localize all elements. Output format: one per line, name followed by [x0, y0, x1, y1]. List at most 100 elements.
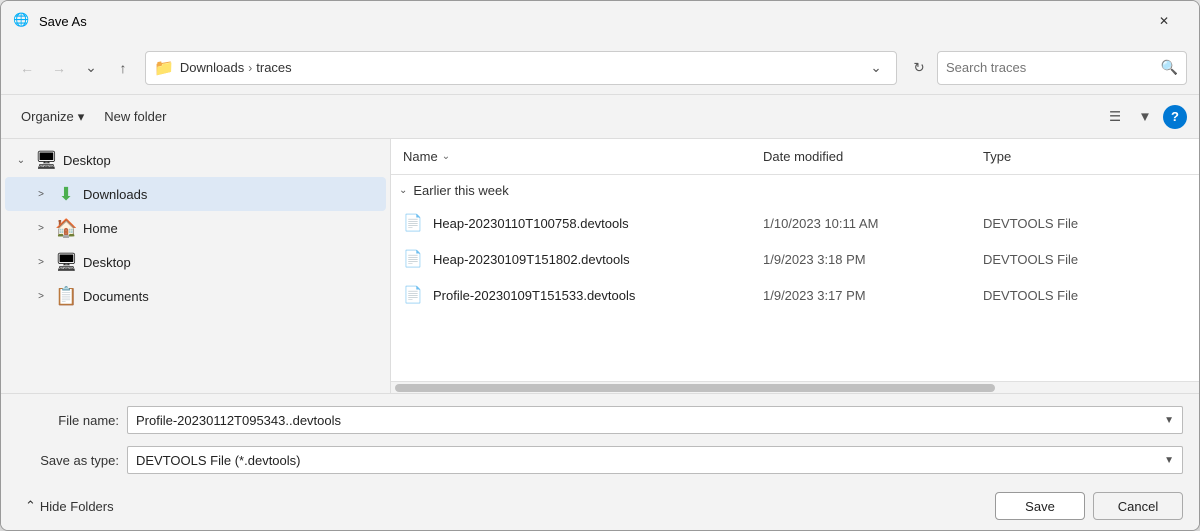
file-list: ⌄ Earlier this week 📄 Heap-20230110T1007… — [391, 175, 1199, 381]
table-row[interactable]: 📄 Heap-20230110T100758.devtools 1/10/202… — [391, 205, 1199, 241]
up-button[interactable]: ↑ — [109, 54, 137, 82]
refresh-button[interactable]: ↻ — [905, 54, 933, 82]
savetype-row: Save as type: DEVTOOLS File (*.devtools)… — [17, 444, 1183, 476]
hide-folders-label: Hide Folders — [40, 499, 114, 514]
file-date: 1/10/2023 10:11 AM — [763, 216, 983, 231]
view-dropdown-button[interactable]: ▼ — [1131, 103, 1159, 131]
sidebar-item-label: Documents — [83, 289, 149, 304]
forward-button[interactable]: → — [45, 54, 73, 82]
file-name: Heap-20230110T100758.devtools — [433, 216, 763, 231]
organize-button[interactable]: Organize ▾ — [13, 102, 92, 132]
file-group-header: ⌄ Earlier this week — [391, 175, 1199, 205]
sidebar: ⌄ 🖥 Desktop > ⬇ Downloads > 🏠 Home > 🖥 D… — [1, 139, 391, 393]
title-bar: 🌐 Save As ✕ — [1, 1, 1199, 41]
file-list-header: Name ⌄ Date modified Type — [391, 139, 1199, 175]
bottom-bar: File name: Profile-20230112T095343..devt… — [1, 393, 1199, 530]
address-bar[interactable]: 📁 Downloads › traces ⌄ — [145, 51, 897, 85]
filename-row: File name: Profile-20230112T095343..devt… — [17, 404, 1183, 436]
desktop-sub-icon: 🖥 — [55, 252, 77, 273]
expand-icon: > — [33, 257, 49, 268]
col-type-label: Type — [983, 149, 1011, 164]
filename-input[interactable]: Profile-20230112T095343..devtools ▼ — [127, 406, 1183, 434]
file-type: DEVTOOLS File — [983, 252, 1187, 267]
toolbar: Organize ▾ New folder ☰ ▼ ? — [1, 95, 1199, 139]
column-type[interactable]: Type — [983, 149, 1187, 164]
new-folder-label: New folder — [104, 109, 166, 124]
file-area: Name ⌄ Date modified Type ⌄ Earlier this… — [391, 139, 1199, 393]
col-date-label: Date modified — [763, 149, 843, 164]
scroll-thumb[interactable] — [395, 384, 995, 392]
sidebar-item-home[interactable]: > 🏠 Home — [5, 211, 386, 245]
savetype-input[interactable]: DEVTOOLS File (*.devtools) ▼ — [127, 446, 1183, 474]
action-bar: ⌃ Hide Folders Save Cancel — [17, 484, 1183, 520]
new-folder-button[interactable]: New folder — [96, 102, 174, 132]
sidebar-item-label: Downloads — [83, 187, 147, 202]
column-name[interactable]: Name ⌄ — [403, 149, 763, 164]
file-date: 1/9/2023 3:18 PM — [763, 252, 983, 267]
group-toggle-icon[interactable]: ⌄ — [399, 185, 407, 196]
table-row[interactable]: 📄 Heap-20230109T151802.devtools 1/9/2023… — [391, 241, 1199, 277]
savetype-label: Save as type: — [17, 453, 127, 468]
title-bar-controls: ✕ — [1141, 5, 1187, 37]
list-icon: ☰ — [1109, 109, 1121, 125]
group-header-label: Earlier this week — [413, 183, 508, 198]
expand-icon: > — [33, 189, 49, 200]
expand-icon: > — [33, 223, 49, 234]
cancel-button[interactable]: Cancel — [1093, 492, 1183, 520]
view-list-button[interactable]: ☰ — [1101, 103, 1129, 131]
savetype-dropdown-icon: ▼ — [1164, 455, 1174, 466]
file-icon: 📄 — [403, 249, 425, 269]
search-box[interactable]: 🔍 — [937, 51, 1187, 85]
view-dropdown-icon: ▼ — [1138, 109, 1151, 124]
sidebar-item-downloads[interactable]: > ⬇ Downloads — [5, 177, 386, 211]
download-icon: ⬇ — [55, 184, 77, 205]
action-buttons: Save Cancel — [995, 492, 1183, 520]
search-input[interactable] — [946, 60, 1157, 75]
hide-folders-icon: ⌃ — [25, 498, 36, 514]
col-name-label: Name — [403, 149, 438, 164]
table-row[interactable]: 📄 Profile-20230109T151533.devtools 1/9/2… — [391, 277, 1199, 313]
save-button[interactable]: Save — [995, 492, 1085, 520]
sidebar-item-label: Desktop — [83, 255, 131, 270]
help-icon: ? — [1171, 109, 1179, 124]
sidebar-item-label: Home — [83, 221, 118, 236]
recent-locations-button[interactable]: ⌄ — [77, 54, 105, 82]
horizontal-scrollbar[interactable] — [391, 381, 1199, 393]
sidebar-item-desktop-sub[interactable]: > 🖥 Desktop — [5, 245, 386, 279]
sidebar-item-label: Desktop — [63, 153, 111, 168]
file-type: DEVTOOLS File — [983, 288, 1187, 303]
back-button[interactable]: ← — [13, 54, 41, 82]
file-name: Heap-20230109T151802.devtools — [433, 252, 763, 267]
search-icon: 🔍 — [1161, 59, 1178, 76]
file-name: Profile-20230109T151533.devtools — [433, 288, 763, 303]
address-path: Downloads › traces — [180, 60, 858, 75]
dialog-title: Save As — [39, 14, 1141, 29]
expand-icon: > — [33, 291, 49, 302]
main-content: ⌄ 🖥 Desktop > ⬇ Downloads > 🏠 Home > 🖥 D… — [1, 139, 1199, 393]
view-controls: ☰ ▼ — [1101, 103, 1159, 131]
file-type: DEVTOOLS File — [983, 216, 1187, 231]
hide-folders-button[interactable]: ⌃ Hide Folders — [17, 494, 122, 518]
organize-arrow-icon: ▾ — [78, 109, 85, 125]
expand-icon: ⌄ — [13, 155, 29, 166]
folder-icon: 📁 — [154, 58, 174, 78]
sort-icon: ⌄ — [442, 151, 450, 162]
sidebar-item-documents[interactable]: > 📋 Documents — [5, 279, 386, 313]
organize-label: Organize — [21, 109, 74, 124]
path-segment-1: Downloads — [180, 60, 244, 75]
save-as-dialog: 🌐 Save As ✕ ← → ⌄ ↑ 📁 Downloads › traces… — [0, 0, 1200, 531]
file-icon: 📄 — [403, 213, 425, 233]
desktop-icon: 🖥 — [35, 150, 57, 171]
close-button[interactable]: ✕ — [1141, 5, 1187, 37]
path-segment-2: traces — [256, 60, 291, 75]
help-button[interactable]: ? — [1163, 105, 1187, 129]
sidebar-item-desktop-top[interactable]: ⌄ 🖥 Desktop — [5, 143, 386, 177]
filename-label: File name: — [17, 413, 127, 428]
app-icon: 🌐 — [13, 12, 31, 30]
filename-dropdown-icon: ▼ — [1164, 415, 1174, 426]
file-icon: 📄 — [403, 285, 425, 305]
column-date[interactable]: Date modified — [763, 149, 983, 164]
home-icon: 🏠 — [55, 218, 77, 239]
documents-icon: 📋 — [55, 286, 77, 307]
address-dropdown-button[interactable]: ⌄ — [864, 56, 888, 80]
